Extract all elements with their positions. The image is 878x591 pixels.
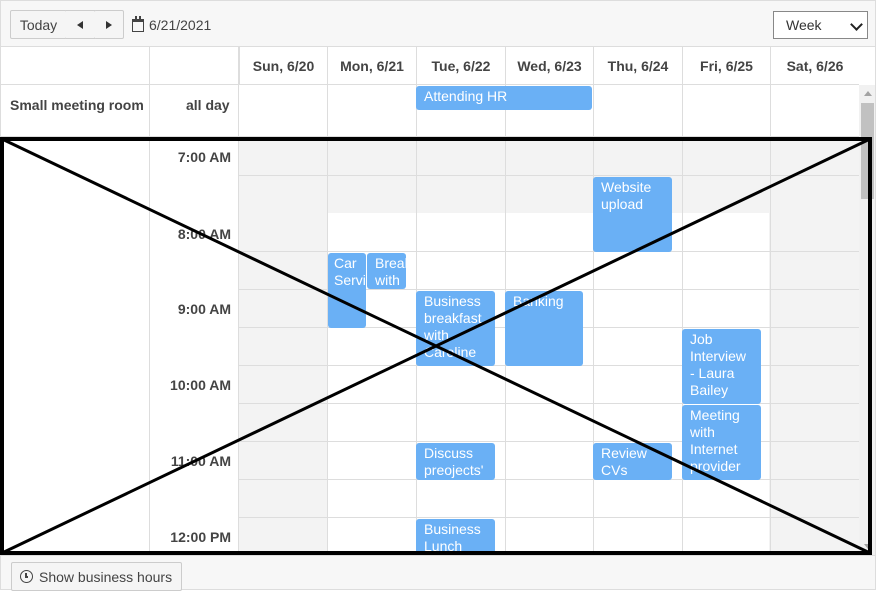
day-header-fri: Fri, 6/25 — [682, 47, 770, 85]
current-date: 6/21/2021 — [149, 17, 212, 33]
previous-button[interactable] — [66, 10, 95, 39]
date-picker[interactable]: 6/21/2021 — [132, 15, 211, 35]
view-select[interactable]: Week — [773, 11, 868, 39]
next-button[interactable] — [94, 10, 124, 39]
day-header-sat: Sat, 6/26 — [770, 47, 859, 85]
day-header-tue: Tue, 6/22 — [416, 47, 505, 85]
day-header-row: Sun, 6/20 Mon, 6/21 Tue, 6/22 Wed, 6/23 … — [1, 47, 859, 85]
triangle-right-icon — [105, 20, 112, 29]
resource-group-label: Small meeting room — [10, 97, 144, 113]
scheduler-toolbar: Today 6/21/2021 Week — [0, 0, 876, 47]
day-header-wed: Wed, 6/23 — [505, 47, 593, 85]
day-header-thu: Thu, 6/24 — [593, 47, 682, 85]
show-business-hours-button[interactable]: Show business hours — [11, 562, 182, 591]
allday-label: all day — [186, 97, 230, 113]
chevron-down-icon — [850, 18, 863, 31]
scroll-up-icon[interactable] — [864, 91, 872, 96]
day-header-mon: Mon, 6/21 — [327, 47, 416, 85]
scheduler-footer: Show business hours — [0, 555, 876, 591]
clock-icon — [20, 570, 33, 583]
event-attending-hr[interactable]: Attending HR — [416, 86, 592, 110]
triangle-left-icon — [77, 20, 83, 29]
today-button[interactable]: Today — [10, 10, 67, 39]
crossed-out-overlay — [0, 137, 872, 555]
calendar-icon — [132, 15, 144, 32]
view-select-value: Week — [786, 17, 822, 33]
day-header-sun: Sun, 6/20 — [239, 47, 327, 85]
show-business-hours-label: Show business hours — [39, 568, 173, 585]
